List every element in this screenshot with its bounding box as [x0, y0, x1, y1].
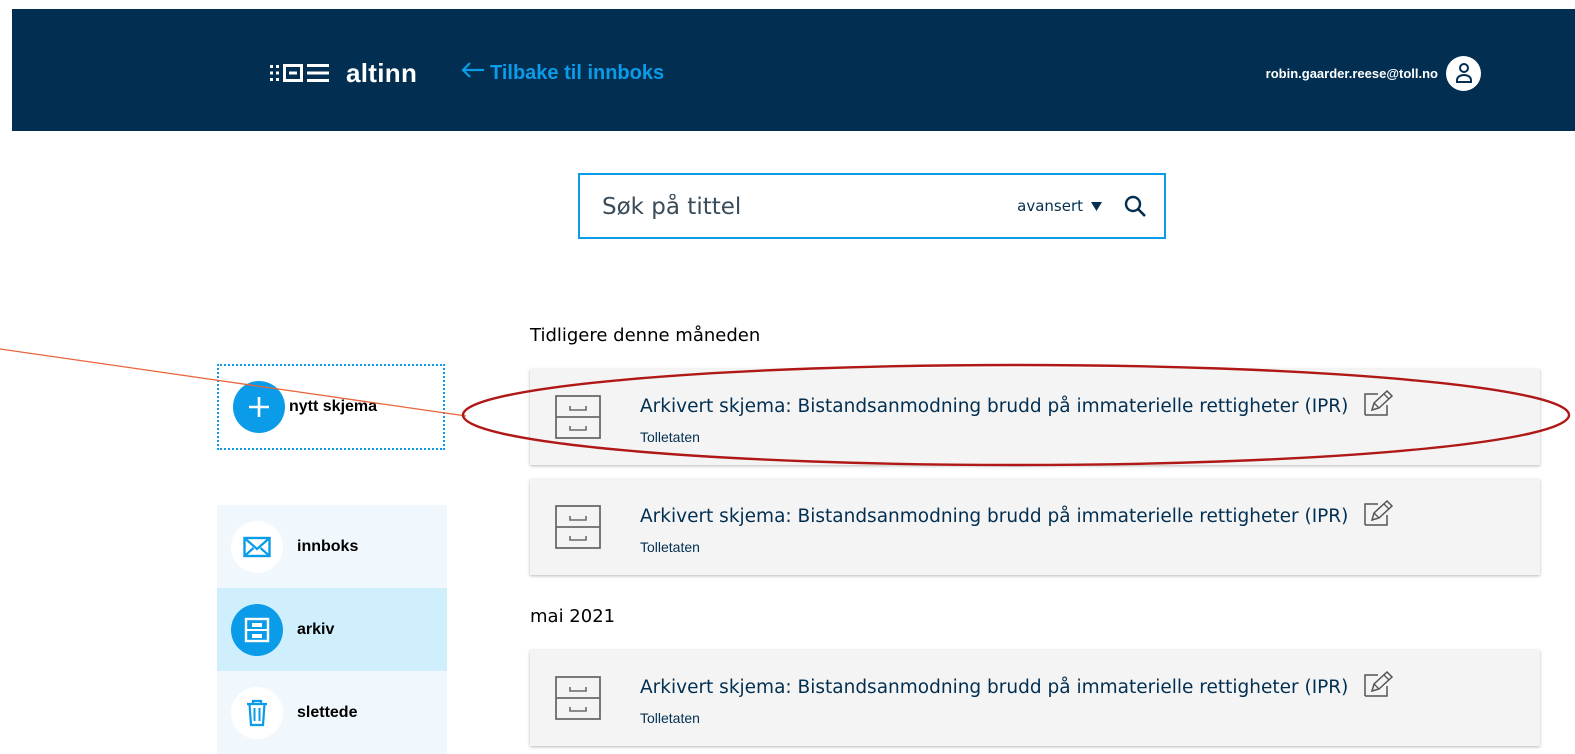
sidebar-nav: innboks arkiv slettede [217, 505, 447, 754]
altinn-logo-icon [270, 62, 336, 84]
arrow-left-icon [460, 60, 486, 86]
edit-pencil-icon [1362, 389, 1394, 423]
archive-drawer-icon [554, 505, 602, 549]
user-menu[interactable]: robin.gaarder.reese@toll.no [1266, 55, 1481, 91]
message-title: Arkivert skjema: Bistandsanmodning brudd… [640, 395, 1349, 417]
back-to-inbox-link[interactable]: Tilbake til innboks [460, 59, 664, 87]
top-header: altinn Tilbake til innboks robin.gaarder… [12, 9, 1575, 131]
sidebar-item-inbox[interactable]: innboks [217, 505, 447, 588]
sidebar-item-label: innboks [297, 537, 359, 555]
altinn-logo[interactable]: altinn [270, 57, 417, 89]
message-sender: Tolletaten [640, 429, 700, 445]
user-avatar-icon[interactable] [1446, 55, 1481, 91]
message-card[interactable]: Arkivert skjema: Bistandsanmodning brudd… [530, 479, 1540, 575]
new-form-button[interactable]: nytt skjema [217, 364, 445, 450]
archive-drawer-icon [554, 676, 602, 720]
edit-pencil-icon [1362, 670, 1394, 704]
sidebar-item-label: slettede [297, 703, 358, 721]
section-title: mai 2021 [530, 606, 616, 627]
search-button[interactable] [1120, 191, 1150, 221]
message-sender: Tolletaten [640, 539, 700, 555]
sidebar-item-archive[interactable]: arkiv [217, 588, 447, 671]
plus-icon [233, 381, 285, 433]
sidebar-item-deleted[interactable]: slettede [217, 671, 447, 754]
edit-pencil-icon [1362, 499, 1394, 533]
search-box: avansert [578, 173, 1166, 239]
sidebar-item-label: arkiv [297, 620, 335, 638]
archive-icon [231, 603, 283, 656]
section-title: Tidligere denne måneden [530, 325, 761, 346]
new-form-label: nytt skjema [289, 398, 378, 415]
search-icon [1124, 195, 1146, 217]
search-input[interactable] [580, 174, 1018, 238]
message-title: Arkivert skjema: Bistandsanmodning brudd… [640, 505, 1349, 527]
envelope-icon [231, 520, 283, 573]
advanced-search-toggle[interactable]: avansert [1017, 197, 1102, 215]
advanced-search-label: avansert [1017, 197, 1083, 215]
back-link-label: Tilbake til innboks [490, 61, 665, 84]
logo-text: altinn [346, 57, 418, 88]
message-card[interactable]: Arkivert skjema: Bistandsanmodning brudd… [530, 369, 1540, 465]
archive-drawer-icon [554, 395, 602, 439]
trash-icon [231, 686, 283, 739]
message-title: Arkivert skjema: Bistandsanmodning brudd… [640, 676, 1349, 698]
message-sender: Tolletaten [640, 710, 700, 726]
caret-down-icon [1091, 197, 1102, 215]
message-card[interactable]: Arkivert skjema: Bistandsanmodning brudd… [530, 650, 1540, 746]
user-email: robin.gaarder.reese@toll.no [1265, 65, 1438, 81]
